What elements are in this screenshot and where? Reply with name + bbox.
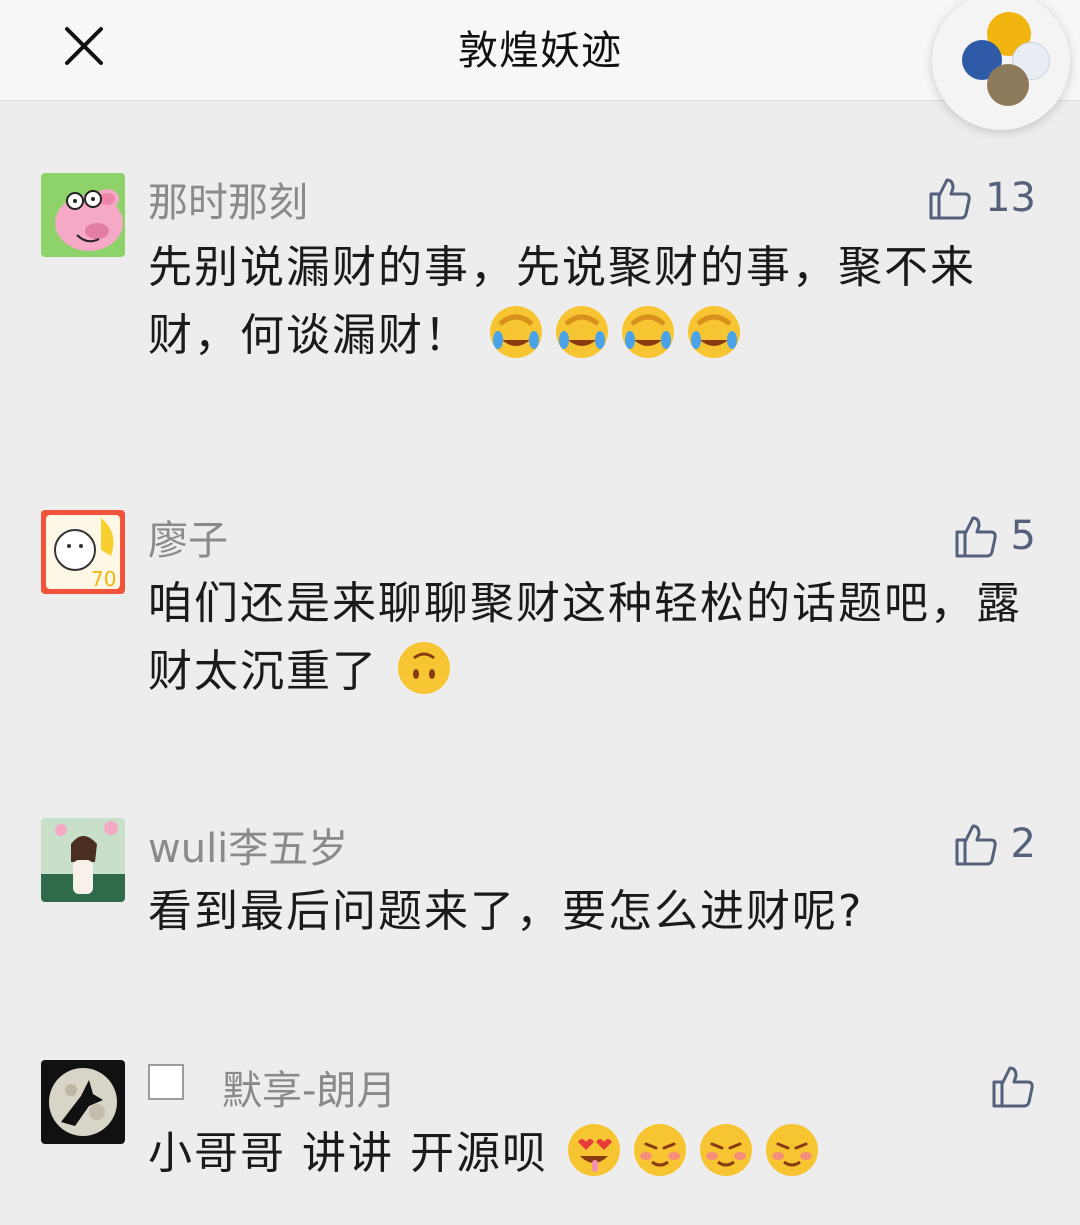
thumbs-up-icon (929, 178, 971, 220)
like-button[interactable]: 2 (951, 818, 1036, 870)
smirk-blush-emoji (765, 1124, 818, 1176)
like-button[interactable]: 5 (951, 510, 1036, 562)
cartoon-avatar[interactable]: 70 (41, 510, 125, 594)
thumbs-up-icon (992, 1066, 1034, 1108)
like-button[interactable] (988, 1060, 1036, 1112)
comment-nickname: wuli李五岁 (148, 826, 349, 872)
top-bar: 敦煌妖迹 (0, 0, 1080, 101)
comment-text: 小哥哥 讲讲 开源呗 (148, 1120, 1038, 1188)
comment-text-content: 小哥哥 讲讲 开源呗 (148, 1128, 548, 1179)
like-button[interactable]: 13 (925, 172, 1036, 224)
pig-avatar[interactable] (41, 173, 125, 257)
facepalm-laugh-emoji (490, 306, 542, 358)
comment-text: 先别说漏财的事，先说聚财的事，聚不来财，何谈漏财！ (148, 234, 1038, 370)
mini-program-icon-4 (987, 64, 1029, 106)
like-count: 5 (1010, 513, 1036, 559)
thumbs-up-icon (955, 824, 997, 866)
like-count: 13 (985, 175, 1036, 221)
facepalm-laugh-emoji (688, 306, 740, 358)
comment-text: 咱们还是来聊聊聚财这种轻松的话题吧，露财太沉重了 (148, 570, 1038, 706)
smirk-blush-emoji (633, 1124, 686, 1176)
comment-nickname: 那时那刻 (148, 180, 308, 226)
like-count: 2 (1010, 821, 1036, 867)
comment-text: 看到最后问题来了，要怎么进财呢? (148, 878, 1038, 946)
select-checkbox[interactable] (148, 1064, 184, 1100)
thumbs-up-icon (955, 516, 997, 558)
comment-nickname: 默享-朗月 (222, 1068, 397, 1114)
smirk-blush-emoji (699, 1124, 752, 1176)
photo-avatar[interactable] (41, 818, 125, 902)
comment-text-content: 看到最后问题来了，要怎么进财呢? (148, 886, 864, 937)
floating-window-bubble[interactable] (932, 0, 1070, 130)
upside-down-face-emoji (398, 642, 450, 694)
heart-eyes-drool-emoji (567, 1124, 620, 1176)
svg-text:70: 70 (91, 567, 116, 591)
moon-eagle-avatar[interactable] (41, 1060, 125, 1144)
facepalm-laugh-emoji (556, 306, 608, 358)
comment-text-content: 咱们还是来聊聊聚财这种轻松的话题吧，露财太沉重了 (148, 578, 1022, 697)
comment-nickname: 廖子 (148, 518, 228, 564)
facepalm-laugh-emoji (622, 306, 674, 358)
page-title: 敦煌妖迹 (458, 28, 622, 74)
